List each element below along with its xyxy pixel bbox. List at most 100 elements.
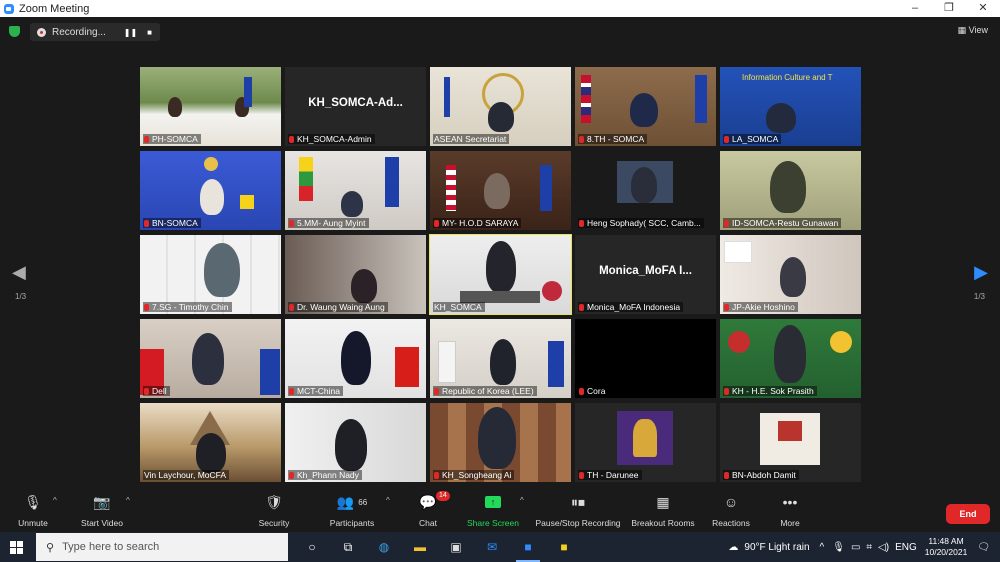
video-tile[interactable]: Kh_Phann Nady — [285, 403, 426, 482]
participant-name: Dell — [143, 386, 170, 396]
video-tile[interactable]: JP-Akie Hoshino — [720, 235, 861, 314]
muted-mic-icon — [579, 135, 584, 143]
taskbar-search-box[interactable]: ⚲ Type here to search — [36, 533, 288, 561]
notifications-icon[interactable]: 🗨 — [977, 542, 990, 553]
encryption-shield-icon[interactable] — [9, 26, 20, 37]
more-button[interactable]: ••• More — [772, 492, 808, 532]
security-button[interactable]: 🛡 Security — [252, 492, 296, 532]
battery-icon[interactable]: ▭ — [851, 542, 860, 553]
minimize-button[interactable]: – — [898, 0, 932, 17]
zoom-taskbar-icon[interactable]: ■ — [510, 532, 546, 562]
participant-name: Monica_MoFA Indonesia — [578, 302, 684, 312]
video-tile[interactable]: Vin Laychour, MoCFA — [140, 403, 281, 482]
video-tile[interactable]: Cora — [575, 319, 716, 398]
pause-stop-recording-button[interactable]: ⏸⏹ Pause/Stop Recording — [532, 492, 624, 532]
taskbar-apps: ○ ⧉ ◍ ▬ ▣ ✉ ■ ■ — [294, 532, 582, 562]
video-tile[interactable]: Monica_MoFA I... Monica_MoFA Indonesia — [575, 235, 716, 314]
search-icon: ⚲ — [46, 541, 55, 554]
recording-label: Recording... — [52, 26, 106, 38]
participant-name: 7.SG - Timothy Chin — [143, 302, 232, 312]
participant-name: JP-Akie Hoshino — [723, 302, 798, 312]
video-tile[interactable]: Dell — [140, 319, 281, 398]
chat-button[interactable]: 💬 14 Chat — [410, 491, 450, 532]
reactions-emoji-icon: ☺ — [723, 494, 739, 510]
participant-name: ASEAN Secretariat — [433, 134, 510, 144]
clock-time: 11:48 AM — [928, 536, 964, 546]
video-tile[interactable]: BN-Abdoh Damit — [720, 403, 861, 482]
page-indicator-left: 1/3 — [15, 292, 27, 301]
participant-name: Heng Sophady( SCC, Camb... — [578, 218, 704, 228]
next-page-arrow-icon[interactable]: ▶ — [974, 262, 988, 283]
meeting-top-bar: Recording... ❚❚ ■ ▦ View — [0, 17, 1000, 45]
video-tile[interactable]: 5.MM- Aung Myint — [285, 151, 426, 230]
breakout-rooms-button[interactable]: ▦ Breakout Rooms — [628, 492, 698, 532]
task-view-icon[interactable]: ⧉ — [330, 532, 366, 562]
close-button[interactable]: ✕ — [966, 0, 1000, 17]
video-tile[interactable]: BN-SOMCA — [140, 151, 281, 230]
edge-browser-icon[interactable]: ◍ — [366, 532, 402, 562]
participant-name: BN-SOMCA — [143, 218, 201, 228]
background-sign-text: Information Culture and T — [742, 73, 833, 82]
show-hidden-icons-chevron-icon[interactable]: ^ — [820, 542, 825, 553]
active-speaker-tile[interactable]: KH_SOMCA — [429, 234, 572, 315]
windows-start-icon[interactable] — [10, 541, 23, 554]
video-tile[interactable]: KH_Songheang Ai — [430, 403, 571, 482]
participant-name: 8.TH - SOMCA — [578, 134, 648, 144]
video-tile[interactable]: ASEAN Secretariat — [430, 67, 571, 146]
participant-name: ID-SOMCA-Restu Gunawan — [723, 218, 842, 228]
breakout-rooms-icon: ▦ — [656, 493, 670, 510]
video-tile[interactable]: TH - Darunee — [575, 403, 716, 482]
cortana-circle-icon[interactable]: ○ — [294, 532, 330, 562]
muted-mic-icon — [144, 135, 149, 143]
end-meeting-button[interactable]: End — [946, 504, 990, 524]
unmute-button[interactable]: 🎙 Unmute — [12, 492, 54, 532]
video-tile[interactable]: MY- H.O.D SARAYA — [430, 151, 571, 230]
weather-cloud-icon: ☁ — [728, 541, 739, 553]
search-placeholder: Type here to search — [62, 541, 160, 553]
pause-stop-icon: ⏸⏹ — [571, 493, 585, 510]
input-language[interactable]: ENG — [895, 542, 917, 553]
view-button[interactable]: ▦ View — [958, 25, 988, 36]
video-tile[interactable]: Information Culture and T LA_SOMCA — [720, 67, 861, 146]
video-tile[interactable]: Heng Sophady( SCC, Camb... — [575, 151, 716, 230]
muted-microphone-icon: 🎙 — [24, 493, 42, 510]
participant-name: MY- H.O.D SARAYA — [433, 218, 522, 228]
video-tile[interactable]: Dr. Waung Waing Aung — [285, 235, 426, 314]
share-screen-button[interactable]: ↑ Share Screen — [462, 492, 524, 532]
muted-mic-icon — [434, 219, 439, 227]
video-tile[interactable]: 7.SG - Timothy Chin — [140, 235, 281, 314]
video-tile[interactable]: KH_SOMCA-Ad... KH_SOMCA-Admin — [285, 67, 426, 146]
store-bag-icon[interactable]: ▣ — [438, 532, 474, 562]
maximize-button[interactable]: ❐ — [932, 0, 966, 17]
muted-mic-icon — [579, 387, 584, 395]
window-title-bar: Zoom Meeting – ❐ ✕ — [0, 0, 1000, 17]
audio-options-chevron-icon[interactable]: ^ — [53, 496, 57, 505]
mail-icon[interactable]: ✉ — [474, 532, 510, 562]
video-tile[interactable]: PH-SOMCA — [140, 67, 281, 146]
taskbar-clock[interactable]: 11:48 AM 10/20/2021 — [925, 536, 968, 558]
meeting-toolbar: 🎙 Unmute ^ 📷 Start Video ^ 🛡 Security 👥 6… — [0, 491, 1000, 532]
share-options-chevron-icon[interactable]: ^ — [520, 496, 524, 505]
video-options-chevron-icon[interactable]: ^ — [126, 496, 130, 505]
microphone-tray-icon[interactable]: 🎙 — [832, 542, 845, 553]
participants-button[interactable]: 👥 66 Participants — [324, 492, 380, 532]
weather-text[interactable]: 90°F Light rain — [744, 542, 809, 553]
stop-recording-icon[interactable]: ■ — [147, 28, 152, 37]
reactions-button[interactable]: ☺ Reactions — [708, 492, 754, 532]
muted-mic-icon — [724, 219, 729, 227]
volume-icon[interactable]: ◁) — [878, 542, 889, 553]
video-tile[interactable]: ID-SOMCA-Restu Gunawan — [720, 151, 861, 230]
video-tile[interactable]: KH - H.E. Sok Prasith — [720, 319, 861, 398]
sticky-notes-icon[interactable]: ■ — [546, 532, 582, 562]
previous-page-arrow-icon[interactable]: ◀ — [12, 262, 26, 283]
pause-recording-icon[interactable]: ❚❚ — [124, 28, 137, 37]
participants-options-chevron-icon[interactable]: ^ — [386, 496, 390, 505]
file-explorer-icon[interactable]: ▬ — [402, 532, 438, 562]
video-tile[interactable]: 8.TH - SOMCA — [575, 67, 716, 146]
network-icon[interactable]: ⌗ — [866, 542, 872, 553]
video-tile[interactable]: Republic of Korea (LEE) — [430, 319, 571, 398]
video-tile[interactable]: MCT-China — [285, 319, 426, 398]
view-label: View — [968, 25, 988, 35]
start-video-button[interactable]: 📷 Start Video — [76, 492, 128, 532]
zoom-logo-icon — [4, 3, 14, 14]
